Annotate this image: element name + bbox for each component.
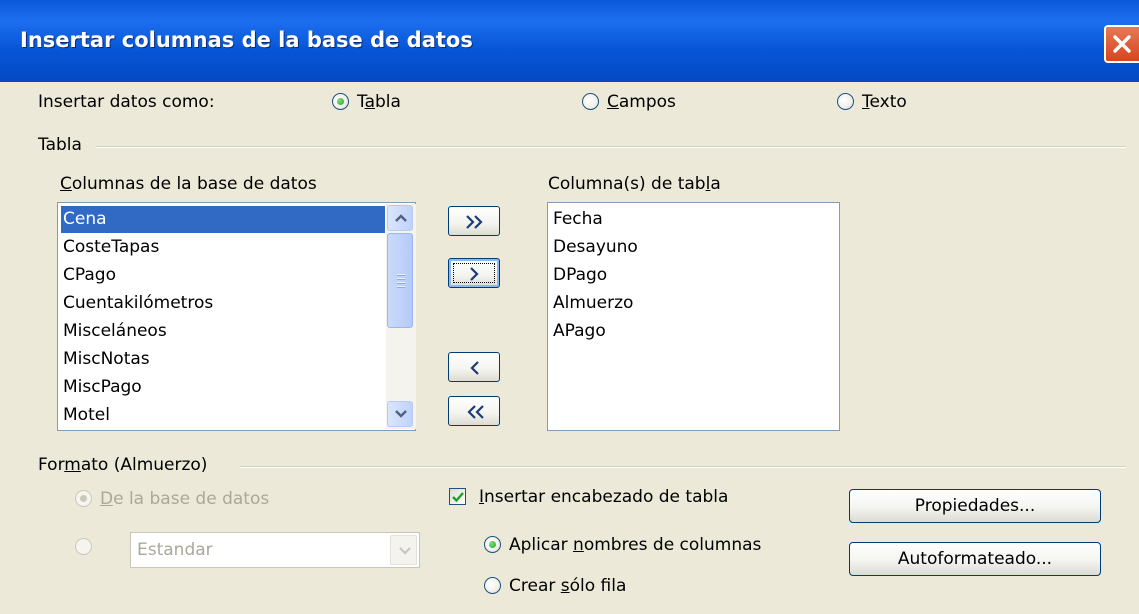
scroll-down-button[interactable]	[387, 401, 413, 427]
radio-from-database[interactable]	[75, 490, 92, 507]
vertical-scrollbar[interactable]	[386, 204, 416, 429]
db-columns-list[interactable]: Cena CosteTapas CPago Cuentakilómetros M…	[57, 202, 416, 431]
list-item[interactable]: CosteTapas	[61, 234, 159, 261]
table-columns-label: Columna(s) de tabla	[548, 174, 721, 194]
move-all-right-button[interactable]	[448, 206, 500, 236]
table-columns-list[interactable]: Fecha Desayuno DPago Almuerzo APago	[547, 202, 840, 431]
list-item[interactable]: MiscNotas	[61, 346, 150, 373]
move-all-left-button[interactable]	[448, 396, 500, 426]
scroll-thumb[interactable]	[387, 233, 413, 328]
db-columns-label: Columnas de la base de datos	[60, 174, 317, 194]
radio-text-label[interactable]: Texto	[862, 92, 907, 112]
radio-table-label[interactable]: Tabla	[357, 92, 401, 112]
format-group-label: Formato (Almuerzo)	[38, 455, 208, 475]
move-right-button[interactable]	[448, 258, 500, 288]
chevron-right-icon	[470, 267, 479, 281]
list-item[interactable]: Almuerzo	[551, 290, 633, 317]
list-item[interactable]: DPago	[551, 262, 607, 289]
list-item[interactable]: Cena	[61, 206, 385, 233]
chevron-down-icon	[395, 410, 407, 418]
list-item[interactable]: Desayuno	[551, 234, 638, 261]
insert-header-label[interactable]: Insertar encabezado de tabla	[479, 487, 728, 507]
radio-apply-column-names-label[interactable]: Aplicar nombres de columnas	[509, 535, 761, 555]
list-item[interactable]: Misceláneos	[61, 318, 167, 345]
scroll-up-button[interactable]	[387, 205, 413, 231]
title-bar: Insertar columnas de la base de datos	[0, 0, 1139, 82]
close-icon	[1113, 35, 1131, 53]
close-button[interactable]	[1104, 25, 1139, 63]
properties-button[interactable]: Propiedades...	[849, 489, 1101, 523]
list-item[interactable]: Cuentakilómetros	[61, 290, 213, 317]
table-group-divider	[96, 146, 1126, 148]
checkmark-icon	[452, 492, 464, 503]
radio-custom-format[interactable]	[75, 538, 92, 555]
radio-apply-column-names[interactable]	[484, 536, 501, 553]
radio-table[interactable]	[332, 93, 349, 110]
move-left-button[interactable]	[448, 352, 500, 382]
list-item[interactable]: Motel	[61, 402, 110, 429]
format-select-value: Estandar	[137, 540, 213, 560]
format-select-dropdown[interactable]	[390, 535, 417, 565]
radio-create-row-only[interactable]	[484, 577, 501, 594]
insert-as-label: Insertar datos como:	[38, 92, 215, 112]
list-item[interactable]: CPago	[61, 262, 116, 289]
radio-create-row-only-label[interactable]: Crear sólo fila	[509, 576, 626, 596]
autoformat-button[interactable]: Autoformateado...	[849, 542, 1101, 576]
list-item[interactable]: MiscPago	[61, 374, 142, 401]
chevron-left-icon	[470, 361, 479, 375]
double-chevron-left-icon	[467, 405, 484, 419]
list-item[interactable]: APago	[551, 318, 606, 345]
radio-fields-label[interactable]: Campos	[607, 92, 676, 112]
table-group-label: Tabla	[38, 135, 82, 155]
chevron-down-icon	[399, 547, 411, 555]
double-chevron-right-icon	[466, 215, 483, 229]
chevron-up-icon	[395, 214, 407, 222]
radio-from-database-label: De la base de datos	[100, 489, 270, 509]
format-select[interactable]: Estandar	[130, 532, 420, 568]
format-group-divider	[240, 466, 1126, 468]
insert-header-checkbox[interactable]	[449, 488, 466, 505]
list-item[interactable]: Fecha	[551, 206, 603, 233]
window-title: Insertar columnas de la base de datos	[20, 28, 473, 52]
radio-fields[interactable]	[582, 93, 599, 110]
radio-text[interactable]	[837, 93, 854, 110]
